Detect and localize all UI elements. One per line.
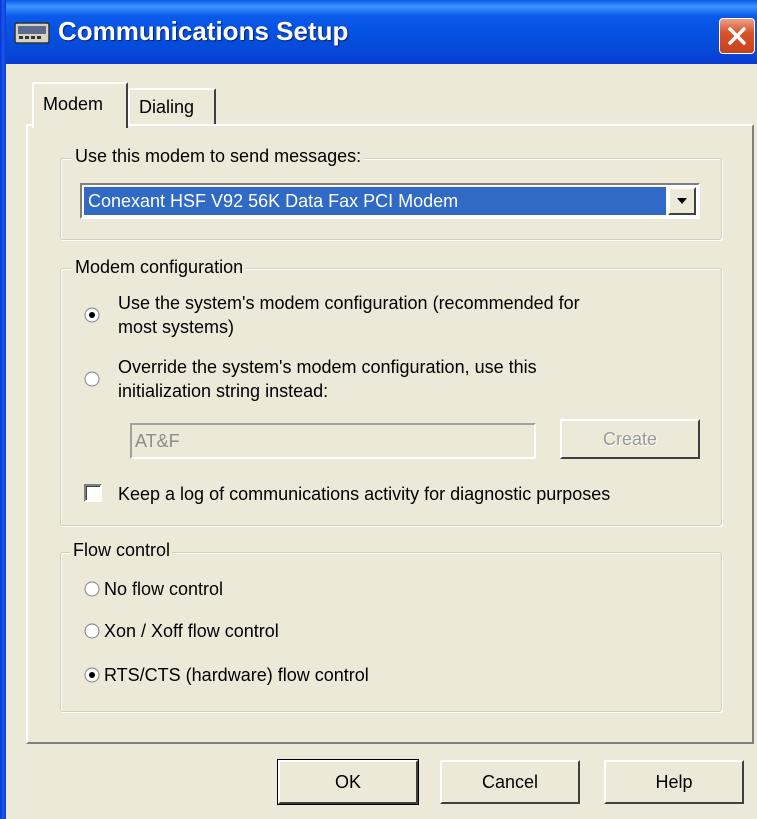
window-title: Communications Setup (58, 16, 349, 46)
no-flow-label[interactable]: No flow control (104, 577, 223, 601)
radio-system-config[interactable] (84, 307, 100, 323)
help-button[interactable]: Help (604, 760, 744, 804)
radio-override-config[interactable] (84, 371, 100, 387)
radio-rts-cts[interactable] (84, 667, 100, 683)
rts-cts-label[interactable]: RTS/CTS (hardware) flow control (104, 663, 369, 687)
flow-group-legend: Flow control (70, 540, 174, 561)
communications-setup-dialog: Communications Setup Modem Dialing Use t… (0, 0, 757, 819)
chevron-down-icon (677, 198, 687, 204)
close-button[interactable] (719, 18, 755, 54)
option-override-config-label[interactable]: Override the system's modem configuratio… (118, 355, 537, 403)
modem-group-legend: Use this modem to send messages: (72, 146, 365, 167)
radio-xon-xoff[interactable] (84, 623, 100, 639)
title-bar[interactable]: Communications Setup (0, 0, 757, 64)
log-label[interactable]: Keep a log of communications activity fo… (118, 482, 610, 506)
option-system-line1: Use the system's modem configuration (re… (118, 293, 580, 313)
xon-xoff-label[interactable]: Xon / Xoff flow control (104, 619, 279, 643)
ok-button[interactable]: OK (277, 759, 419, 805)
modem-dropdown-button[interactable] (668, 187, 696, 215)
modem-select[interactable]: Conexant HSF V92 56K Data Fax PCI Modem (80, 183, 700, 219)
tab-dialing[interactable]: Dialing (128, 88, 216, 124)
radio-no-flow[interactable] (84, 581, 100, 597)
cancel-button[interactable]: Cancel (440, 760, 580, 804)
option-system-line2: most systems) (118, 317, 235, 337)
init-string-field[interactable]: AT&F (130, 423, 536, 459)
option-system-config-label[interactable]: Use the system's modem configuration (re… (118, 291, 580, 339)
tab-modem[interactable]: Modem (32, 82, 128, 128)
log-checkbox[interactable] (84, 484, 102, 502)
modem-icon (14, 22, 50, 44)
tab-dialing-label: Dialing (139, 97, 195, 117)
option-override-line1: Override the system's modem configuratio… (118, 357, 537, 377)
config-group-legend: Modem configuration (72, 257, 247, 278)
modem-select-value: Conexant HSF V92 56K Data Fax PCI Modem (84, 187, 666, 215)
window-frame (0, 0, 6, 819)
option-override-line2: initialization string instead: (118, 381, 329, 401)
close-icon (728, 27, 746, 45)
tab-modem-label: Modem (43, 94, 104, 114)
create-button[interactable]: Create (560, 419, 700, 459)
